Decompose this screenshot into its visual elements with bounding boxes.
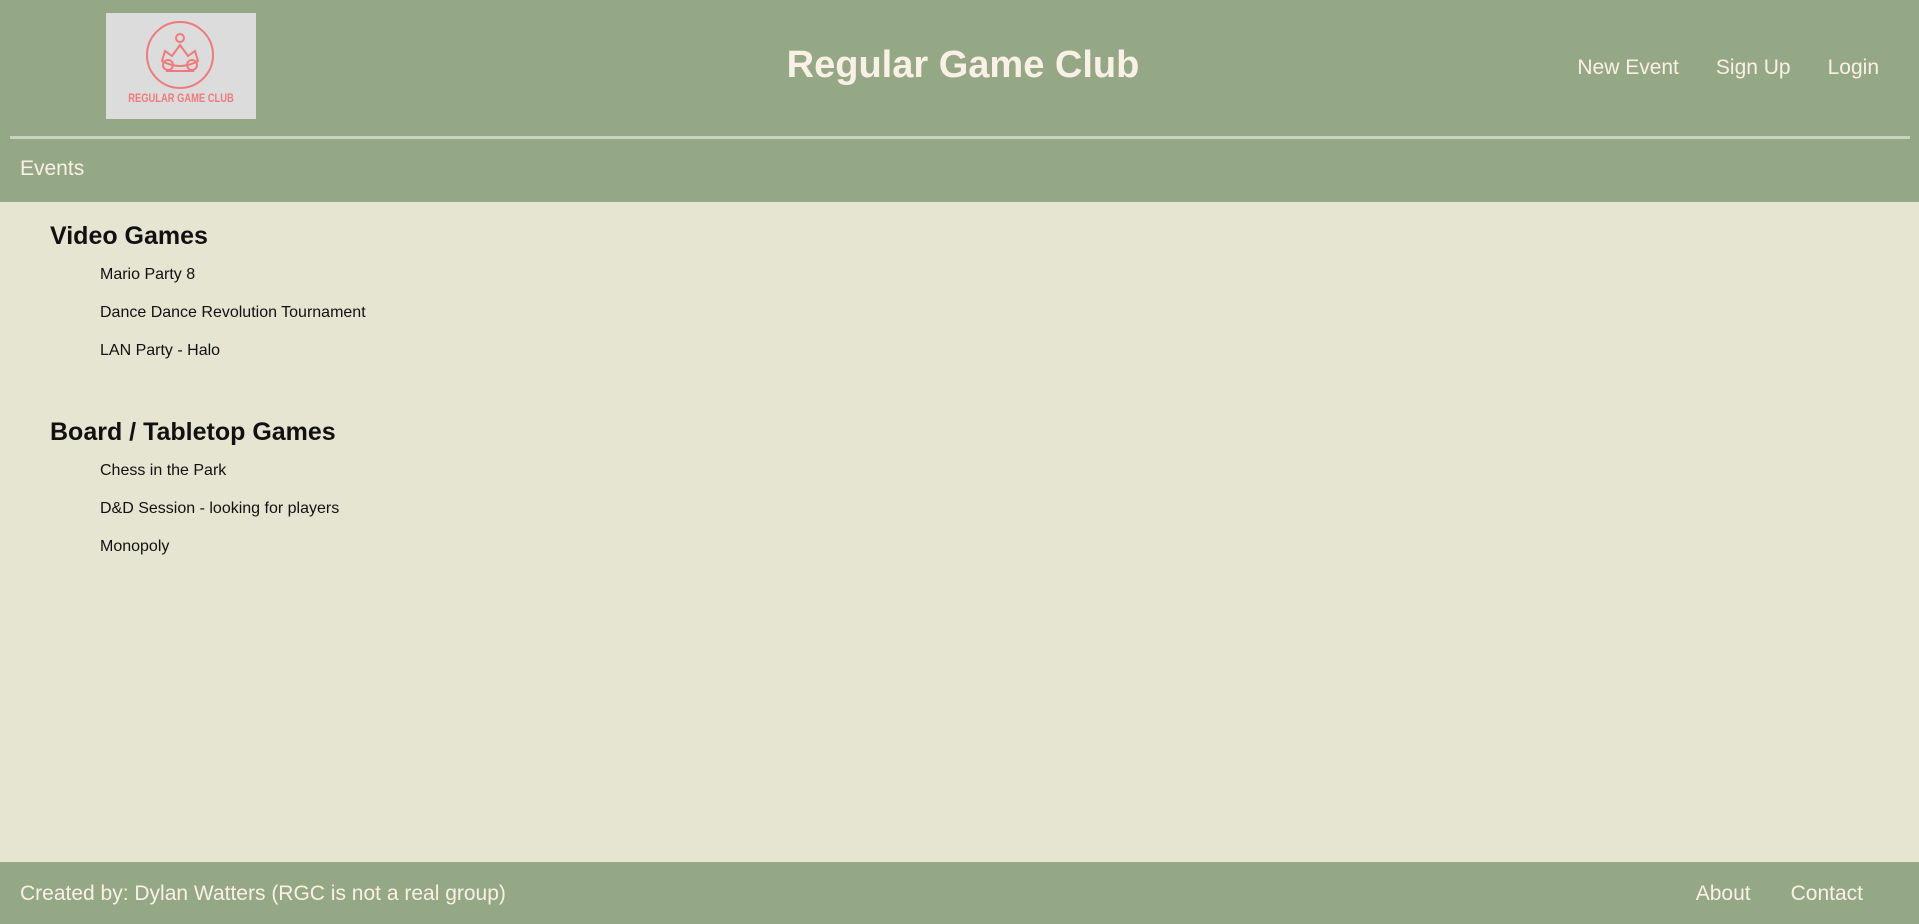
sign-up-link[interactable]: Sign Up bbox=[1716, 56, 1791, 80]
about-link[interactable]: About bbox=[1696, 882, 1751, 906]
event-item[interactable]: Chess in the Park bbox=[50, 462, 366, 500]
event-item[interactable]: LAN Party - Halo bbox=[50, 342, 366, 380]
site-header: REGULAR GAME CLUB Regular Game Club New … bbox=[0, 0, 1919, 202]
footer-nav: About Contact bbox=[1696, 882, 1863, 906]
section-title: Video Games bbox=[50, 222, 208, 250]
events-content: Video Games Mario Party 8 Dance Dance Re… bbox=[50, 220, 366, 612]
footer-credit: Created by: Dylan Watters (RGC is not a … bbox=[20, 882, 506, 905]
top-nav: New Event Sign Up Login bbox=[1577, 56, 1879, 80]
contact-link[interactable]: Contact bbox=[1791, 882, 1863, 906]
event-list: Mario Party 8 Dance Dance Revolution Tou… bbox=[50, 266, 366, 380]
events-link[interactable]: Events bbox=[20, 157, 84, 181]
event-list: Chess in the Park D&D Session - looking … bbox=[50, 462, 366, 576]
logo-text: REGULAR GAME CLUB bbox=[128, 91, 234, 105]
section-title: Board / Tabletop Games bbox=[50, 418, 336, 446]
event-item[interactable]: Dance Dance Revolution Tournament bbox=[50, 304, 366, 342]
section-board-games: Board / Tabletop Games Chess in the Park… bbox=[50, 416, 366, 576]
event-item[interactable]: Monopoly bbox=[50, 538, 366, 576]
new-event-link[interactable]: New Event bbox=[1577, 56, 1679, 80]
login-link[interactable]: Login bbox=[1828, 56, 1879, 80]
event-item[interactable]: Mario Party 8 bbox=[50, 266, 366, 304]
site-footer: Created by: Dylan Watters (RGC is not a … bbox=[0, 862, 1919, 924]
header-divider bbox=[10, 136, 1910, 139]
section-video-games: Video Games Mario Party 8 Dance Dance Re… bbox=[50, 220, 366, 380]
event-item[interactable]: D&D Session - looking for players bbox=[50, 500, 366, 538]
